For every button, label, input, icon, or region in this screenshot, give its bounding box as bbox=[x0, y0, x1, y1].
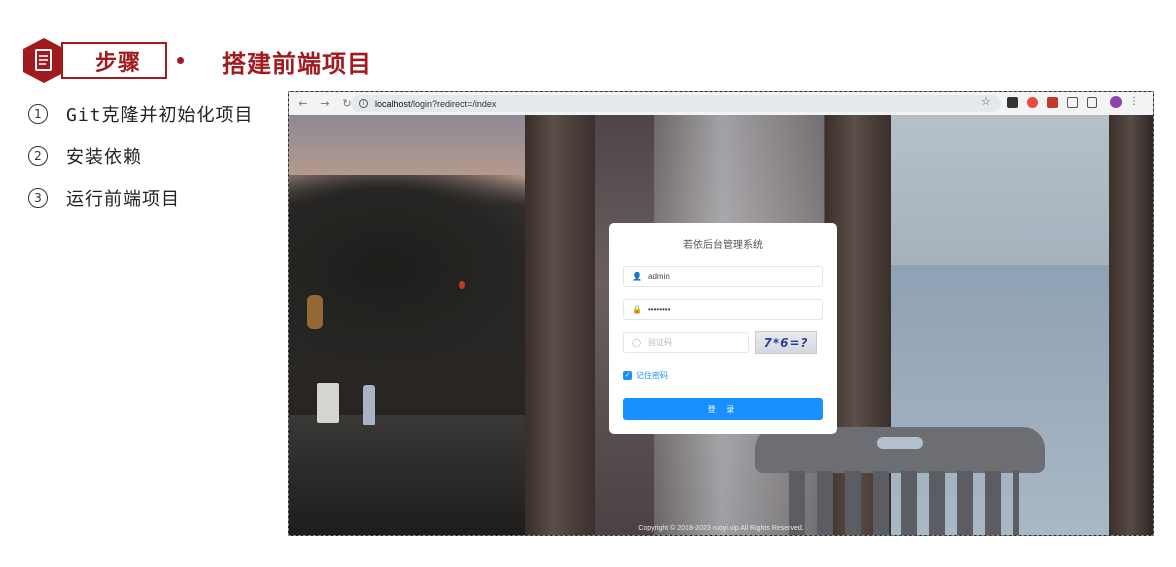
extension-bar: ⋮ bbox=[1007, 96, 1139, 108]
shield-icon: ◯ bbox=[632, 338, 641, 347]
step-number: 1 bbox=[28, 104, 48, 124]
step-item: 1 Git克隆并初始化项目 bbox=[28, 100, 254, 128]
remember-label: 记住密码 bbox=[636, 371, 668, 380]
title-bullet bbox=[177, 57, 184, 64]
extension-icon[interactable] bbox=[1007, 96, 1018, 108]
background-trees bbox=[289, 175, 529, 365]
back-arrow-icon[interactable]: ← bbox=[295, 96, 311, 112]
username-field[interactable]: 👤 admin bbox=[623, 266, 823, 287]
step-number: 2 bbox=[28, 146, 48, 166]
info-icon[interactable]: i bbox=[359, 99, 368, 108]
menu-dots-icon[interactable]: ⋮ bbox=[1129, 97, 1139, 107]
step-item: 2 安装依赖 bbox=[28, 142, 254, 170]
page-viewport: 若依后台管理系统 👤 admin 🔒 •••••••• ◯ 验证码 7*6=? … bbox=[289, 115, 1153, 535]
background-chair-hole bbox=[877, 437, 923, 449]
url-path: /login?redirect=/index bbox=[410, 98, 497, 109]
username-value: admin bbox=[648, 272, 670, 281]
captcha-text: 7*6=? bbox=[763, 335, 809, 350]
star-icon[interactable]: ☆ bbox=[981, 95, 991, 108]
step-label-box: 步骤 bbox=[61, 42, 167, 79]
browser-toolbar: ← → ↻ i localhost/login?redirect=/index … bbox=[289, 92, 1153, 115]
extension-icon[interactable] bbox=[1047, 96, 1058, 108]
remember-password[interactable]: ✓ 记住密码 bbox=[623, 370, 668, 381]
step-text: 安装依赖 bbox=[66, 147, 142, 168]
extension-icon[interactable] bbox=[1027, 96, 1038, 108]
slide-title: 搭建前端项目 bbox=[222, 50, 372, 78]
url-host: localhost bbox=[375, 98, 411, 109]
login-title: 若依后台管理系统 bbox=[683, 240, 763, 251]
step-text: Git克隆并初始化项目 bbox=[66, 105, 254, 126]
background-light bbox=[459, 281, 465, 289]
browser-window: ← → ↻ i localhost/login?redirect=/index … bbox=[288, 91, 1154, 536]
step-text: 运行前端项目 bbox=[66, 189, 180, 210]
lock-icon: 🔒 bbox=[632, 305, 642, 314]
forward-arrow-icon[interactable]: → bbox=[317, 96, 333, 112]
remember-checkbox[interactable]: ✓ bbox=[623, 371, 632, 380]
background-lamp bbox=[307, 295, 323, 329]
step-label: 步骤 bbox=[94, 50, 141, 76]
url-text: localhost/login?redirect=/index bbox=[375, 99, 496, 109]
sidebar-icon[interactable] bbox=[1087, 96, 1097, 108]
background-beam bbox=[1109, 115, 1153, 535]
captcha-placeholder: 验证码 bbox=[648, 338, 672, 347]
step-list: 1 Git克隆并初始化项目 2 安装依赖 3 运行前端项目 bbox=[28, 100, 254, 226]
profile-avatar[interactable] bbox=[1110, 96, 1122, 108]
background-bottle bbox=[363, 385, 375, 425]
step-number: 3 bbox=[28, 188, 48, 208]
copyright-footer: Copyright © 2018-2023 ruoyi.vip All Righ… bbox=[638, 525, 804, 532]
login-card: 若依后台管理系统 👤 admin 🔒 •••••••• ◯ 验证码 7*6=? … bbox=[609, 223, 837, 434]
password-field[interactable]: 🔒 •••••••• bbox=[623, 299, 823, 320]
password-value: •••••••• bbox=[648, 305, 671, 314]
address-bar[interactable]: i localhost/login?redirect=/index bbox=[351, 95, 1001, 112]
background-cup bbox=[317, 383, 339, 423]
login-button[interactable]: 登 录 bbox=[623, 398, 823, 420]
user-icon: 👤 bbox=[632, 272, 642, 281]
extension-puzzle-icon[interactable] bbox=[1067, 96, 1078, 108]
captcha-field[interactable]: ◯ 验证码 bbox=[623, 332, 749, 353]
captcha-image[interactable]: 7*6=? bbox=[755, 331, 817, 354]
step-badge: 步骤 bbox=[21, 37, 167, 84]
background-beam bbox=[525, 115, 595, 535]
step-item: 3 运行前端项目 bbox=[28, 184, 254, 212]
